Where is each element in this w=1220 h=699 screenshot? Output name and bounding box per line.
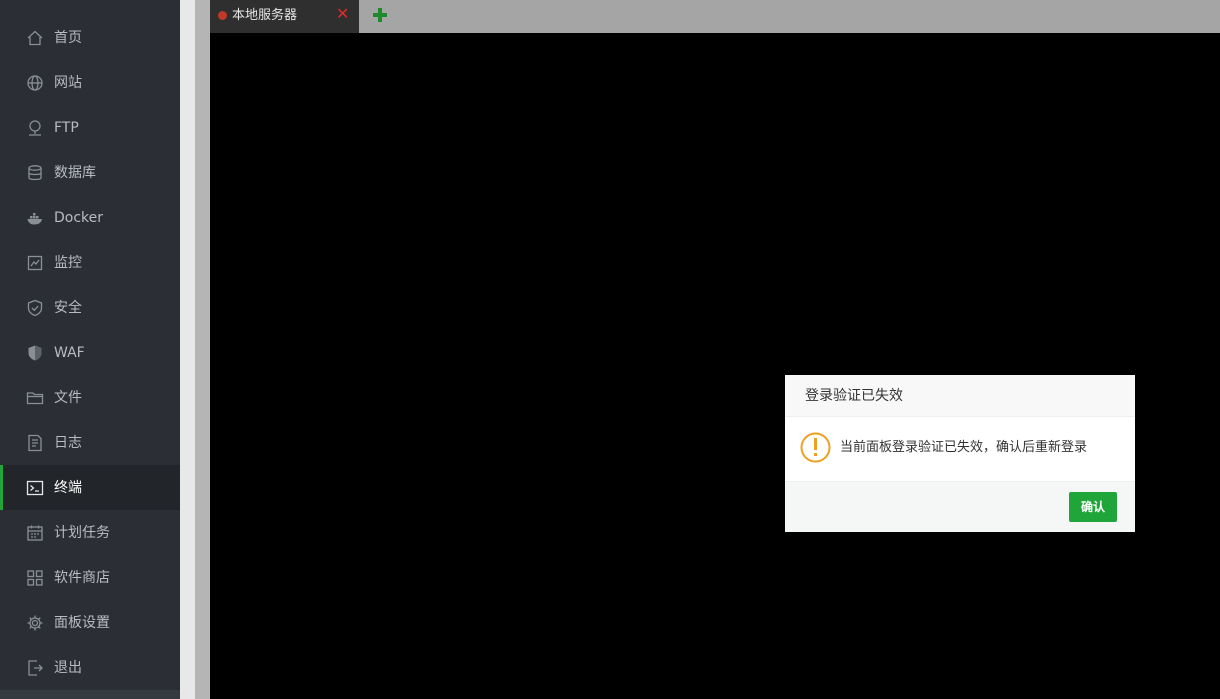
sidebar-item-ftp[interactable]: FTP <box>0 105 180 150</box>
sidebar-footer <box>0 690 180 699</box>
terminal-tab-bar: 本地服务器 ✕ <box>210 0 1220 33</box>
sidebar-item-label: 终端 <box>54 480 82 496</box>
sidebar-item-monitor[interactable]: 监控 <box>0 240 180 285</box>
monitor-icon <box>26 254 44 272</box>
globe-icon <box>26 74 44 92</box>
connection-status-dot <box>218 11 227 20</box>
home-icon <box>26 29 44 47</box>
sidebar-item-label: 软件商店 <box>54 570 110 586</box>
tab-label: 本地服务器 <box>232 8 298 23</box>
database-icon <box>26 164 44 182</box>
sidebar-item-home[interactable]: 首页 <box>0 15 180 60</box>
sidebar-item-label: 监控 <box>54 255 82 271</box>
ftp-icon <box>26 119 44 137</box>
close-icon[interactable]: ✕ <box>336 6 350 22</box>
waf-shield-icon <box>26 344 44 362</box>
apps-grid-icon <box>26 569 44 587</box>
sidebar-item-label: 面板设置 <box>54 615 110 631</box>
sidebar-item-label: 日志 <box>54 435 82 451</box>
shield-check-icon <box>26 299 44 317</box>
warning-exclamation-icon <box>800 432 831 463</box>
sidebar-item-store[interactable]: 软件商店 <box>0 555 180 600</box>
dialog-title: 登录验证已失效 <box>805 388 903 404</box>
terminal-screen[interactable] <box>210 33 1220 699</box>
calendar-icon <box>26 524 44 542</box>
sidebar-item-label: 首页 <box>54 30 82 46</box>
sidebar-item-docker[interactable]: Docker <box>0 195 180 240</box>
sidebar-item-label: WAF <box>54 345 85 361</box>
sidebar-item-label: 网站 <box>54 75 82 91</box>
sidebar: 首页 网站 FTP 数据库 Docker 监控 安全 WAF 文件 日志 终端 <box>0 0 180 699</box>
sidebar-gutter <box>180 0 195 699</box>
tab-local-server[interactable]: 本地服务器 ✕ <box>210 0 359 33</box>
sidebar-item-waf[interactable]: WAF <box>0 330 180 375</box>
sidebar-item-files[interactable]: 文件 <box>0 375 180 420</box>
dialog-message: 当前面板登录验证已失效，确认后重新登录 <box>840 440 1088 455</box>
sidebar-item-label: 退出 <box>54 660 82 676</box>
sidebar-item-label: Docker <box>54 210 104 226</box>
sidebar-item-logout[interactable]: 退出 <box>0 645 180 690</box>
dialog-footer: 确认 <box>785 481 1135 532</box>
gear-icon <box>26 614 44 632</box>
log-icon <box>26 434 44 452</box>
content-gutter <box>195 0 210 699</box>
confirm-button[interactable]: 确认 <box>1069 492 1117 522</box>
session-expired-dialog: 登录验证已失效 当前面板登录验证已失效，确认后重新登录 确认 <box>785 375 1135 532</box>
docker-icon <box>26 209 44 227</box>
sidebar-item-label: 安全 <box>54 300 82 316</box>
logout-icon <box>26 659 44 677</box>
sidebar-item-terminal[interactable]: 终端 <box>0 465 180 510</box>
sidebar-item-logs[interactable]: 日志 <box>0 420 180 465</box>
sidebar-item-website[interactable]: 网站 <box>0 60 180 105</box>
sidebar-item-cron[interactable]: 计划任务 <box>0 510 180 555</box>
terminal-icon <box>26 479 44 497</box>
plus-icon[interactable] <box>371 6 389 24</box>
sidebar-item-label: 数据库 <box>54 165 96 181</box>
dialog-header: 登录验证已失效 <box>785 375 1135 417</box>
sidebar-item-label: 计划任务 <box>54 525 110 541</box>
sidebar-item-label: 文件 <box>54 390 82 406</box>
sidebar-item-security[interactable]: 安全 <box>0 285 180 330</box>
folder-icon <box>26 389 44 407</box>
sidebar-item-settings[interactable]: 面板设置 <box>0 600 180 645</box>
sidebar-item-label: FTP <box>54 120 79 136</box>
sidebar-item-database[interactable]: 数据库 <box>0 150 180 195</box>
